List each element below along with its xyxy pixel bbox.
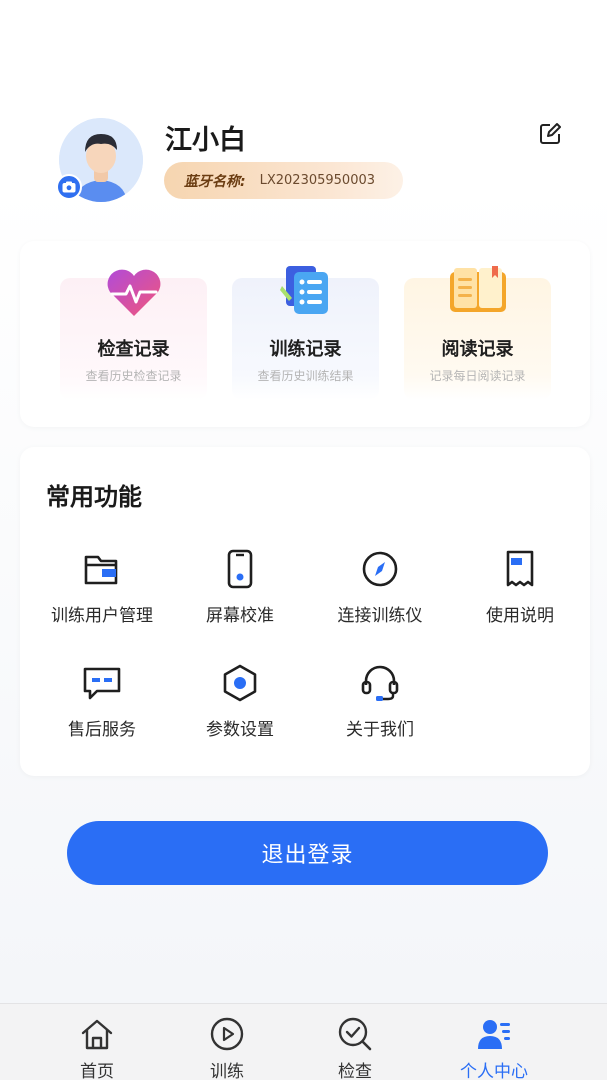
function-instructions[interactable]: 使用说明 (450, 549, 590, 629)
record-title: 训练记录 (269, 339, 342, 360)
record-reading[interactable]: 阅读记录 记录每日阅读记录 (404, 266, 551, 400)
home-icon (79, 1016, 115, 1052)
bottom-tab-bar: 首页 训练 检查 个人中心 (0, 1003, 607, 1080)
record-subtitle: 查看历史检查记录 (85, 369, 182, 383)
function-after-sales[interactable]: 售后服务 (32, 663, 172, 743)
folder-icon (82, 549, 122, 589)
username: 江小白 (165, 125, 246, 156)
tab-label: 首页 (80, 1062, 114, 1080)
bluetooth-value: LX202305950003 (259, 173, 376, 188)
check-search-icon (337, 1016, 373, 1052)
function-label: 售后服务 (68, 720, 136, 740)
record-training[interactable]: 训练记录 查看历史训练结果 (232, 266, 379, 400)
function-label: 使用说明 (486, 606, 554, 626)
function-user-management[interactable]: 训练用户管理 (32, 549, 172, 629)
record-subtitle: 查看历史训练结果 (257, 369, 354, 383)
tab-label: 训练 (210, 1062, 244, 1080)
record-check[interactable]: 检查记录 查看历史检查记录 (60, 269, 207, 400)
open-book-icon (448, 264, 508, 320)
functions-title: 常用功能 (46, 483, 142, 511)
tab-label: 个人中心 (460, 1062, 528, 1080)
compass-icon (360, 549, 400, 589)
camera-icon[interactable] (56, 174, 82, 200)
bluetooth-name-pill: 蓝牙名称: LX202305950003 (164, 162, 403, 199)
tab-label: 检查 (338, 1062, 372, 1080)
function-connect-device[interactable]: 连接训练仪 (310, 549, 450, 629)
tab-check[interactable]: 检查 (295, 1004, 415, 1080)
user-center-icon (476, 1016, 512, 1052)
function-about-us[interactable]: 关于我们 (310, 663, 450, 743)
logout-button[interactable]: 退出登录 (67, 821, 548, 885)
headset-icon (360, 663, 400, 703)
tab-home[interactable]: 首页 (37, 1004, 157, 1080)
heart-pulse-icon (104, 264, 164, 320)
records-card: 检查记录 查看历史检查记录 训练记录 查看历史训练结果 阅读记录 记录每日阅读记… (20, 241, 590, 427)
bluetooth-label: 蓝牙名称: (184, 173, 246, 190)
function-label: 训练用户管理 (51, 606, 153, 626)
tab-personal-center[interactable]: 个人中心 (434, 1004, 554, 1080)
function-parameter-settings[interactable]: 参数设置 (170, 663, 310, 743)
play-icon (209, 1016, 245, 1052)
function-label: 参数设置 (206, 720, 274, 740)
function-screen-calibration[interactable]: 屏幕校准 (170, 549, 310, 629)
edit-icon[interactable] (538, 122, 562, 146)
record-title: 阅读记录 (441, 339, 514, 360)
receipt-icon (500, 549, 540, 589)
function-label: 屏幕校准 (206, 606, 274, 626)
record-subtitle: 记录每日阅读记录 (429, 369, 526, 383)
phone-icon (220, 549, 260, 589)
profile-header: 江小白 蓝牙名称: LX202305950003 (0, 110, 607, 220)
hexagon-settings-icon (220, 663, 260, 703)
tab-training[interactable]: 训练 (167, 1004, 287, 1080)
chat-icon (82, 663, 122, 703)
checklist-icon (276, 264, 336, 320)
function-label: 连接训练仪 (337, 606, 423, 626)
common-functions-card: 常用功能 训练用户管理 屏幕校准 连接训练仪 使用说明 售后服务 参数设置 关于… (20, 447, 590, 776)
record-title: 检查记录 (97, 339, 170, 360)
function-label: 关于我们 (346, 720, 414, 740)
